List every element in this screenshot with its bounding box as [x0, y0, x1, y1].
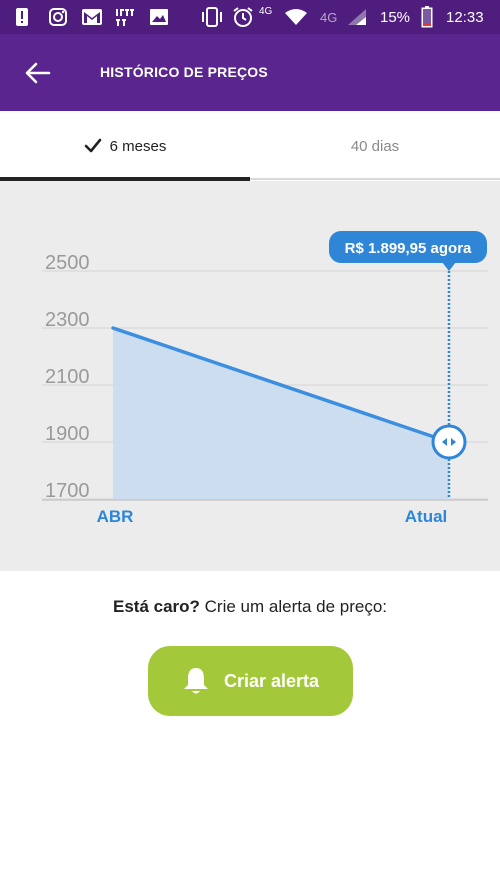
check-icon [84, 138, 102, 154]
tab-40-dias[interactable]: 40 dias [250, 111, 500, 181]
create-alert-button[interactable]: Criar alerta [148, 646, 353, 716]
tooltip-pointer [442, 262, 456, 271]
y-tick-label: 2300 [45, 309, 90, 331]
x-tick-label: Atual [405, 507, 448, 526]
status-bar: 4G 4G 15% 12:33 [0, 0, 500, 34]
clock: 12:33 [446, 9, 484, 26]
alert-prompt-text: Crie um alerta de preço: [199, 597, 388, 616]
gmail-icon [80, 7, 104, 27]
y-tick-label: 1900 [45, 423, 90, 445]
tab-label: 40 dias [350, 137, 400, 155]
y-tick-label: 2100 [45, 366, 90, 388]
alert-prompt: Está caro? Crie um alerta de preço: [0, 597, 500, 617]
price-tooltip-text: R$ 1.899,95 agora [345, 240, 472, 257]
alert-prompt-bold: Está caro? [112, 597, 200, 616]
alarm-icon [232, 7, 254, 27]
signal-icon [346, 7, 368, 27]
ifttt-icon [114, 7, 136, 27]
back-button[interactable] [18, 56, 58, 90]
scrub-handle[interactable] [431, 424, 467, 460]
alert-icon [14, 7, 30, 27]
battery-icon [420, 6, 434, 28]
wifi-icon [284, 7, 308, 27]
bell-icon [182, 666, 210, 696]
arrow-left-icon[interactable] [25, 62, 51, 84]
app-bar: HISTÓRICO DE PREÇOS [0, 34, 500, 111]
tab-label: 6 meses [109, 137, 167, 155]
price-history-chart: 2500 2300 2100 1900 1700 ABR Atual R$ 1.899,9… [0, 181, 500, 571]
period-tabs: 6 meses 40 dias [0, 111, 500, 181]
vibrate-icon [200, 7, 224, 27]
instagram-icon [48, 7, 68, 27]
battery-percent: 15% [380, 9, 411, 26]
x-tick-label: ABR [97, 507, 134, 526]
price-area [113, 328, 449, 499]
network-type-label: 4G [259, 6, 273, 17]
tab-6-meses[interactable]: 6 meses [0, 111, 250, 181]
signal-type-label: 4G [320, 10, 338, 25]
image-icon [148, 7, 170, 27]
tab-divider [250, 178, 500, 180]
chart-canvas: 2500 2300 2100 1900 1700 ABR Atual R$ 1.899,9… [42, 231, 488, 526]
y-tick-label: 2500 [45, 252, 90, 274]
page-title: HISTÓRICO DE PREÇOS [100, 64, 268, 80]
y-tick-label: 1700 [45, 480, 90, 502]
create-alert-label: Criar alerta [223, 670, 320, 691]
